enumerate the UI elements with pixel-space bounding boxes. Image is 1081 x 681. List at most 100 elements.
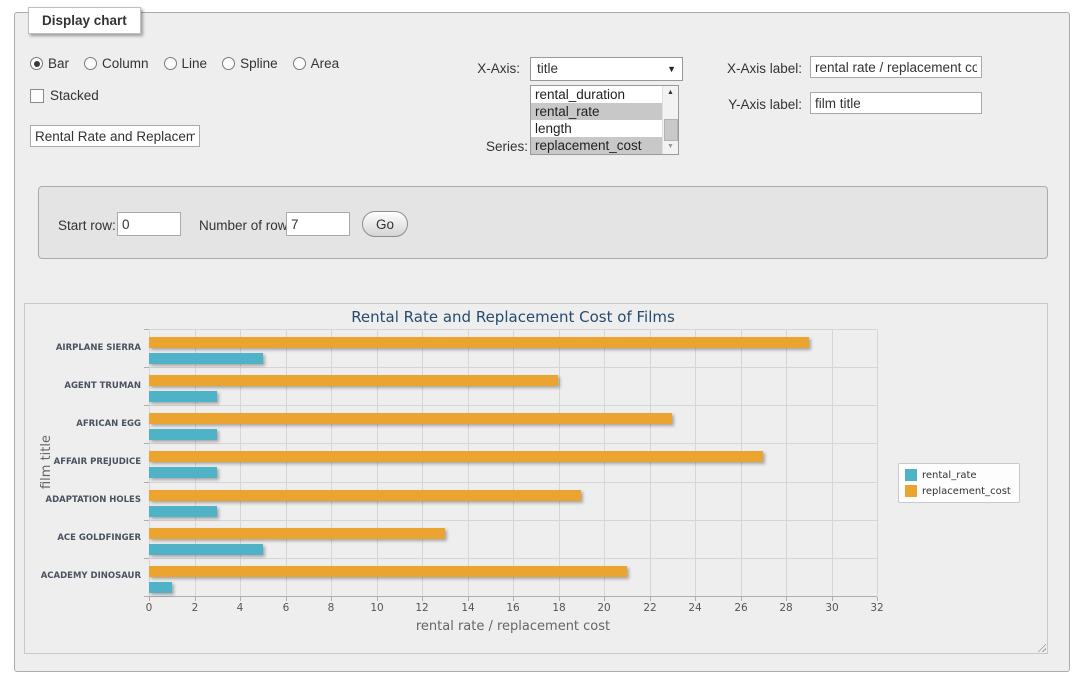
x-axis-tick — [195, 597, 196, 601]
legend-swatch — [905, 485, 917, 497]
category-label: ACADEMY DINOSAUR — [25, 571, 141, 582]
radio-label: Area — [311, 56, 340, 71]
radio-label: Column — [102, 56, 149, 71]
gridline-vertical — [832, 329, 833, 596]
num-rows-input[interactable] — [286, 212, 350, 236]
gridline-horizontal — [149, 482, 877, 483]
gridline-vertical — [604, 329, 605, 596]
x-axis-tick — [559, 597, 560, 601]
series-listbox[interactable]: rental_durationrental_ratelengthreplacem… — [530, 85, 679, 155]
resize-handle-icon[interactable] — [1035, 641, 1046, 652]
stacked-label: Stacked — [50, 88, 99, 103]
gridline-vertical — [695, 329, 696, 596]
row-controls-panel — [38, 186, 1048, 259]
x-tick-label: 10 — [361, 602, 393, 614]
bar-rental_rate — [149, 391, 217, 402]
bar-replacement_cost — [149, 528, 445, 539]
chart-type-radio-group: Bar Column Line Spline Area — [30, 56, 339, 71]
fieldset-legend: Display chart — [28, 7, 141, 34]
start-row-label: Start row: — [58, 218, 116, 233]
chart-title-input[interactable] — [30, 125, 200, 147]
gridline-vertical — [650, 329, 651, 596]
legend-item-rental_rate[interactable]: rental_rate — [905, 469, 1011, 481]
series-option-replacement_cost[interactable]: replacement_cost — [531, 137, 663, 154]
bar-rental_rate — [149, 353, 263, 364]
x-tick-label: 20 — [588, 602, 620, 614]
x-axis-tick — [786, 597, 787, 601]
legend-label: replacement_cost — [922, 486, 1011, 497]
gridline-vertical — [468, 329, 469, 596]
x-tick-label: 2 — [179, 602, 211, 614]
radio-icon[interactable] — [222, 57, 235, 70]
x-axis-tick — [468, 597, 469, 601]
category-label: AIRPLANE SIERRA — [25, 343, 141, 354]
x-axis-tick — [877, 597, 878, 601]
x-axis-tick — [741, 597, 742, 601]
series-option-length[interactable]: length — [531, 120, 663, 137]
x-axis-tick — [286, 597, 287, 601]
y-axis-label-input[interactable] — [810, 92, 982, 114]
bar-replacement_cost — [149, 375, 558, 386]
gridline-horizontal — [149, 443, 877, 444]
gridline-vertical — [149, 329, 150, 596]
x-axis-tick — [832, 597, 833, 601]
radio-icon[interactable] — [84, 57, 97, 70]
x-axis-select[interactable]: title ▼ — [530, 57, 683, 81]
x-tick-label: 12 — [406, 602, 438, 614]
x-tick-label: 18 — [543, 602, 575, 614]
chart-type-option-line[interactable]: Line — [164, 56, 208, 71]
chart-type-option-bar[interactable]: Bar — [30, 56, 69, 71]
series-option-rental_rate[interactable]: rental_rate — [531, 103, 663, 120]
y-axis-title: film title — [39, 362, 55, 562]
y-axis-tick — [144, 405, 149, 406]
scroll-up-icon[interactable]: ▲ — [663, 86, 678, 100]
radio-label: Bar — [48, 56, 69, 71]
chart-type-option-area[interactable]: Area — [293, 56, 340, 71]
x-tick-label: 6 — [270, 602, 302, 614]
gridline-vertical — [377, 329, 378, 596]
y-axis-label-label: Y-Axis label: — [705, 97, 802, 112]
bar-replacement_cost — [149, 413, 672, 424]
gridline-vertical — [195, 329, 196, 596]
radio-icon[interactable] — [30, 57, 43, 70]
x-tick-label: 8 — [315, 602, 347, 614]
radio-label: Line — [182, 56, 208, 71]
x-axis-tick — [650, 597, 651, 601]
x-tick-label: 16 — [497, 602, 529, 614]
page: Display chart Bar Column Line Spline Area St… — [0, 0, 1081, 681]
x-axis-tick — [240, 597, 241, 601]
x-axis-selected-value: title — [537, 61, 558, 76]
go-button[interactable]: Go — [362, 211, 408, 237]
chart-type-option-spline[interactable]: Spline — [222, 56, 278, 71]
scrollbar-thumb[interactable] — [664, 119, 678, 141]
chart-type-option-column[interactable]: Column — [84, 56, 149, 71]
num-rows-label: Number of rows: — [199, 218, 298, 233]
x-tick-label: 32 — [861, 602, 893, 614]
gridline-horizontal — [149, 558, 877, 559]
gridline-vertical — [559, 329, 560, 596]
legend-swatch — [905, 469, 917, 481]
radio-icon[interactable] — [164, 57, 177, 70]
stacked-checkbox[interactable] — [30, 89, 44, 103]
stacked-row: Stacked — [30, 88, 99, 103]
legend-item-replacement_cost[interactable]: replacement_cost — [905, 485, 1011, 497]
y-axis-tick — [144, 558, 149, 559]
x-axis-title: rental rate / replacement cost — [149, 619, 877, 634]
radio-icon[interactable] — [293, 57, 306, 70]
chart-title: Rental Rate and Replacement Cost of Film… — [149, 308, 877, 326]
series-option-rental_duration[interactable]: rental_duration — [531, 86, 663, 103]
x-tick-label: 28 — [770, 602, 802, 614]
start-row-input[interactable] — [117, 212, 181, 236]
bar-rental_rate — [149, 506, 217, 517]
scroll-down-icon[interactable]: ▼ — [663, 140, 678, 154]
y-axis-tick — [144, 329, 149, 330]
listbox-scrollbar[interactable]: ▲ ▼ — [662, 86, 678, 154]
x-axis-tick — [695, 597, 696, 601]
bar-replacement_cost — [149, 337, 809, 348]
x-axis-label-input[interactable] — [810, 56, 982, 78]
gridline-vertical — [786, 329, 787, 596]
gridline-vertical — [422, 329, 423, 596]
x-axis-line — [149, 596, 877, 597]
bar-replacement_cost — [149, 451, 763, 462]
gridline-horizontal — [149, 520, 877, 521]
